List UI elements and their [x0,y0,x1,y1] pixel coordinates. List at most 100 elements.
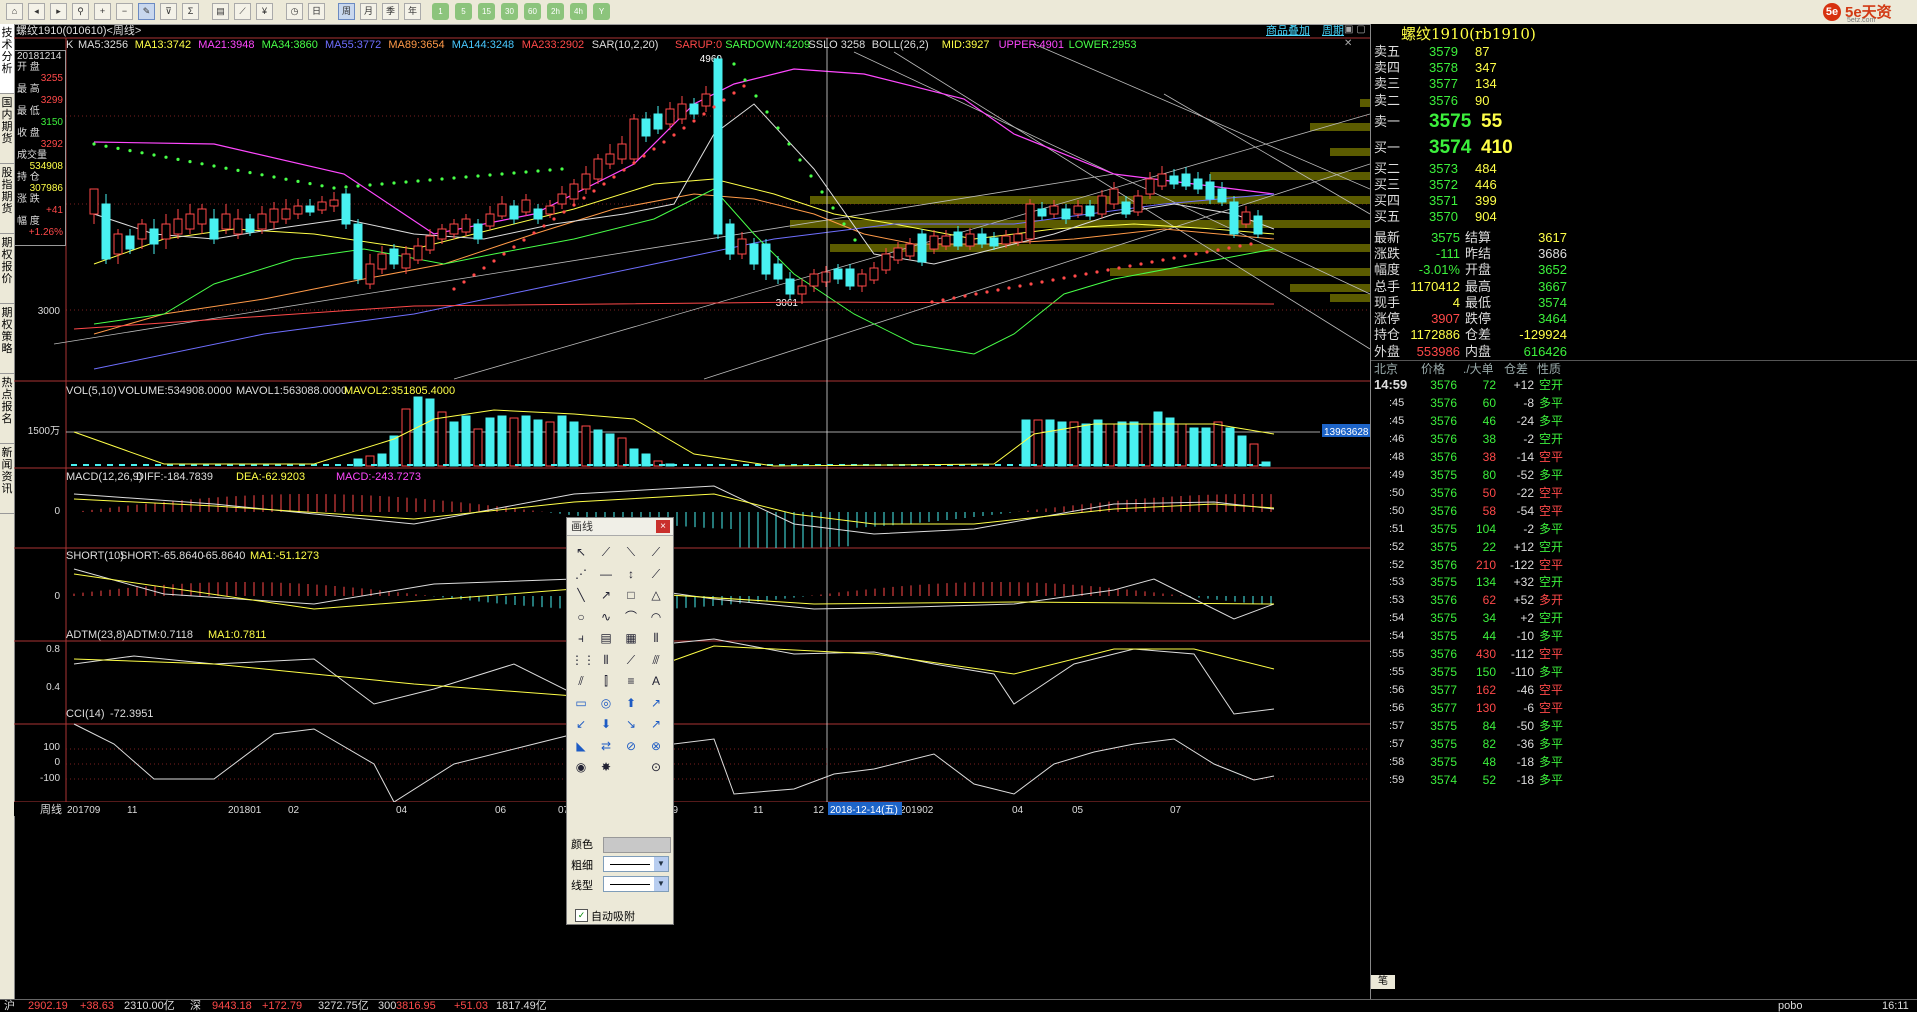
left-tab-0[interactable]: 技术分析 [0,24,14,94]
volume-bar-small [1187,464,1193,466]
draw-tool-icon[interactable]: ╲ [571,585,591,605]
candle-body [497,203,507,217]
period-button-3[interactable]: 30 [501,3,518,20]
back-icon[interactable]: ◂ [28,3,45,20]
draw-tool-icon[interactable]: ◠ [646,607,666,627]
bid-price[interactable]: 3573 [1429,161,1458,177]
table-icon[interactable]: ▤ [212,3,229,20]
draw-tool-icon[interactable]: ↕ [621,564,641,584]
draw-tool-icon[interactable]: ⫽ [571,671,591,691]
pencil-icon[interactable]: ✎ [138,3,155,20]
period-year-icon[interactable]: 年 [404,3,421,20]
draw-tool-icon[interactable]: ⌒ [621,607,641,627]
left-tab-2[interactable]: 股指期货 [0,164,14,234]
draw-tool-icon[interactable]: ▭ [571,693,591,713]
draw-tool-icon[interactable]: ⦀ [596,650,616,670]
left-tab-3[interactable]: 期权报价 [0,234,14,304]
draw-tool-icon[interactable]: ↖ [571,542,591,562]
draw-tool-icon[interactable]: ↗ [596,585,616,605]
bid-price[interactable]: 3572 [1429,177,1458,193]
draw-tool-icon[interactable]: ✸ [596,757,616,777]
time-icon[interactable]: ◷ [286,3,303,20]
period-icon[interactable]: 日 [308,3,325,20]
period-season-icon[interactable]: 季 [382,3,399,20]
zoom-out-icon[interactable]: − [116,3,133,20]
draw-tool-icon[interactable]: A [646,671,666,691]
draw-tool-icon[interactable]: ⬆ [621,693,641,713]
left-tab-4[interactable]: 期权策略 [0,304,14,374]
draw-tool-icon[interactable]: ▤ [596,628,616,648]
stats-icon[interactable]: Σ [182,3,199,20]
draw-tool-icon[interactable]: ◎ [596,693,616,713]
period-button-7[interactable]: Y [593,3,610,20]
ask-price[interactable]: 3577 [1429,76,1458,92]
draw-tool-icon[interactable]: ⊗ [646,736,666,756]
left-tab-5[interactable]: 热点报名 [0,374,14,444]
draw-tool-icon[interactable]: ⟋ [646,564,666,584]
left-tab-1[interactable]: 国内期货 [0,94,14,164]
draw-tool-icon[interactable]: ⇄ [596,736,616,756]
period-month-icon[interactable]: 月 [360,3,377,20]
left-tab-6[interactable]: 新闻资讯 [0,444,14,514]
chart-area[interactable]: K MA5:3256 MA13:3742 MA21:3948 MA34:3860 MA55… [14,24,1370,999]
draw-tool-icon[interactable]: ○ [571,607,591,627]
period-button-1[interactable]: 5 [455,3,472,20]
forward-icon[interactable]: ▸ [50,3,67,20]
bid-price[interactable]: 3574 [1429,135,1471,161]
draw-tool-icon[interactable]: ⟍ [621,542,641,562]
auto-snap-checkbox[interactable]: ✓ [575,909,588,922]
search-icon[interactable]: ⚲ [72,3,89,20]
period-button-5[interactable]: 2h [547,3,564,20]
quote-row: :45 3576 60 -8 多平 [1371,394,1917,412]
width-select[interactable]: ▼ [603,856,669,872]
funds-icon[interactable]: ¥ [256,3,273,20]
draw-tool-icon[interactable]: △ [646,585,666,605]
ask-price[interactable]: 3575 [1429,109,1471,135]
draw-tool-icon[interactable]: ⊘ [621,736,641,756]
draw-tool-icon[interactable]: ↙ [571,714,591,734]
draw-tool-icon[interactable]: ⟋ [646,542,666,562]
ask-price[interactable]: 3579 [1429,44,1458,60]
period-button-2[interactable]: 15 [478,3,495,20]
draw-tool-icon[interactable]: ◣ [571,736,591,756]
zoom-in-icon[interactable]: + [94,3,111,20]
ask-price[interactable]: 3576 [1429,93,1458,109]
draw-tool-icon[interactable]: ⬇ [596,714,616,734]
ask-price[interactable]: 3578 [1429,60,1458,76]
draw-tool-icon[interactable]: ⫞ [571,628,591,648]
quote-row: 北京 价格 ./大单 仓差 性质 [1371,360,1917,377]
draw-tool-icon[interactable]: ∿ [596,607,616,627]
draw-tool-icon[interactable]: ⟋ [621,650,641,670]
draw-tool-icon[interactable]: ⟋ [596,542,616,562]
draw-tool-icon[interactable]: ⫿ [596,671,616,691]
draw-tool-icon[interactable]: ≡ [621,671,641,691]
draw-tool-icon[interactable]: ↗ [646,693,666,713]
filter-icon[interactable]: ⊽ [160,3,177,20]
draw-tool-icon[interactable]: — [596,564,616,584]
draw-tool-icon[interactable]: ▦ [621,628,641,648]
draw-tool-icon[interactable]: ⫻ [646,650,666,670]
period-button-6[interactable]: 4h [570,3,587,20]
style-select[interactable]: ▼ [603,876,669,892]
candle-body [173,218,183,235]
draw-tool-icon[interactable]: □ [621,585,641,605]
width-label: 粗细 [571,860,593,872]
period-button-0[interactable]: 1 [432,3,449,20]
bid-price[interactable]: 3571 [1429,193,1458,209]
period-button-4[interactable]: 60 [524,3,541,20]
home-icon[interactable]: ⌂ [6,3,23,20]
draw-tool-icon[interactable] [621,757,641,777]
close-icon[interactable]: × [656,520,670,533]
draw-tool-icon[interactable]: ↘ [621,714,641,734]
color-swatch[interactable] [603,837,671,853]
draw-tool-icon[interactable]: ◉ [571,757,591,777]
draw-tool-icon[interactable]: ⊙ [646,757,666,777]
bid-price[interactable]: 3570 [1429,209,1458,225]
draw-tool-icon[interactable]: ⋰ [571,564,591,584]
draw-tool-icon[interactable]: ⦀ [646,628,666,648]
draw-tool-icon[interactable]: ↗ [646,714,666,734]
draw-tool-icon[interactable]: ⋮⋮ [571,650,595,670]
tab-trades[interactable]: 笔 [1371,975,1395,989]
line-chart-icon[interactable]: ⟋ [234,3,251,20]
period-week-icon[interactable]: 周 [338,3,355,20]
